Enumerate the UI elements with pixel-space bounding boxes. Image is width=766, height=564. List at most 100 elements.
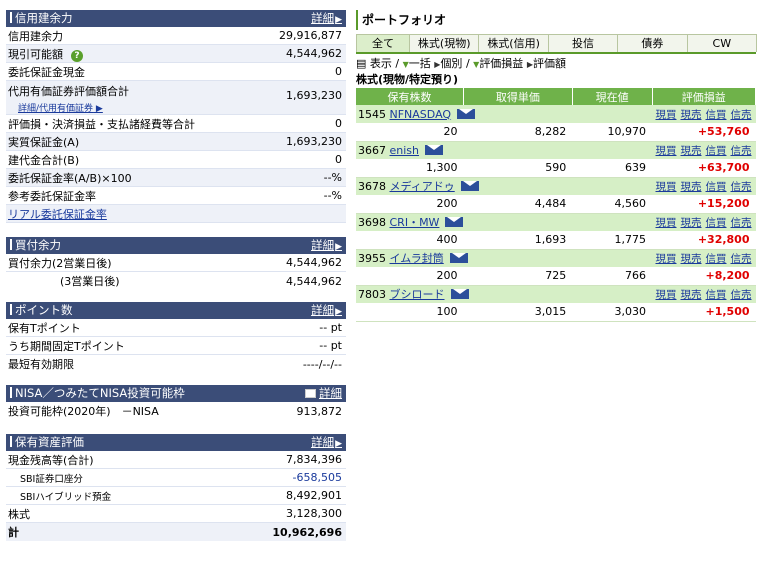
action-link[interactable]: 信売 xyxy=(731,289,752,301)
holding-values-row: 100 3,015 3,030 +1,500 xyxy=(356,303,756,322)
holding-values-row: 400 1,693 1,775 +32,800 xyxy=(356,231,756,250)
mail-icon[interactable] xyxy=(460,181,479,192)
tab-stock-margin[interactable]: 株式(信用) xyxy=(478,34,549,52)
tab-cw[interactable]: CW xyxy=(686,34,758,52)
pl-option[interactable]: 評価損益 xyxy=(479,57,523,70)
buying-detail-link[interactable]: 詳細▶ xyxy=(311,237,342,256)
action-link[interactable]: 信買 xyxy=(706,109,727,121)
stock-name-link[interactable]: enish xyxy=(390,144,420,157)
action-link[interactable]: 信買 xyxy=(706,253,727,265)
action-link[interactable]: 現買 xyxy=(656,109,677,121)
assets-header: 保有資産評価 詳細▶ xyxy=(6,434,346,451)
stock-name-link[interactable]: NFNASDAQ xyxy=(390,108,452,121)
action-link[interactable]: 現買 xyxy=(656,253,677,265)
portfolio-title: ポートフォリオ xyxy=(356,10,756,30)
action-link[interactable]: 信売 xyxy=(731,145,752,157)
holding-name-row: 3698 CRI・MW 現買 現売 信買 信売 xyxy=(356,213,756,231)
assets-detail-link[interactable]: 詳細▶ xyxy=(311,434,342,453)
stock-code: 3955 xyxy=(358,252,386,266)
printer-icon xyxy=(305,389,316,398)
holding-name-row: 3955 イムラ封筒 現買 現売 信買 信売 xyxy=(356,249,756,267)
price-cell: 10,970 xyxy=(572,123,653,142)
stock-code: 3678 xyxy=(358,180,386,194)
section-title: 株式(現物/特定預り) xyxy=(356,73,459,86)
margin-row: 信用建余力 29,916,877 xyxy=(6,27,346,45)
pl-cell: +8,200 xyxy=(652,267,756,286)
action-link[interactable]: 信売 xyxy=(731,181,752,193)
stock-name-link[interactable]: イムラ封筒 xyxy=(390,252,444,265)
action-link[interactable]: 現売 xyxy=(681,289,702,301)
portfolio-panel: ポートフォリオ 全て 株式(現物) 株式(信用) 投信 債券 CW ▤ 表示 /… xyxy=(356,10,758,322)
action-link[interactable]: 信売 xyxy=(731,109,752,121)
nisa-row: 投資可能枠(2020年) －NISA 913,872 xyxy=(8,404,342,419)
col-cost: 取得単価 xyxy=(463,88,573,105)
pl-cell: +32,800 xyxy=(652,231,756,250)
action-link[interactable]: 信買 xyxy=(706,145,727,157)
buying-header: 買付余力 詳細▶ xyxy=(6,237,346,254)
points-header: ポイント数 詳細▶ xyxy=(6,302,346,319)
tab-stock-cash[interactable]: 株式(現物) xyxy=(409,34,480,52)
help-icon[interactable]: ? xyxy=(71,49,83,62)
margin-row: 評価損・決済損益・支払諸経費等合計 0 xyxy=(6,115,346,133)
price-cell: 766 xyxy=(572,267,653,286)
col-pl: 評価損益 xyxy=(652,88,757,105)
bulk-option[interactable]: 一括 xyxy=(409,57,431,70)
mail-icon[interactable] xyxy=(425,144,443,155)
assets-row: 株式 3,128,300 xyxy=(6,505,346,523)
margin-title: 信用建余力 xyxy=(15,11,73,25)
individual-option[interactable]: 個別 xyxy=(440,57,462,70)
stock-name-link[interactable]: ブシロード xyxy=(390,288,445,301)
action-link[interactable]: 現買 xyxy=(656,217,677,229)
holding-name-row: 1545 NFNASDAQ 現買 現売 信買 信売 xyxy=(356,105,756,123)
holding-values-row: 1,300 590 639 +63,700 xyxy=(356,159,756,178)
action-link[interactable]: 信買 xyxy=(706,181,727,193)
action-link[interactable]: 現買 xyxy=(656,181,677,193)
mail-icon[interactable] xyxy=(449,253,468,264)
margin-row: 建代金合計(B) 0 xyxy=(6,151,346,169)
qty-cell: 200 xyxy=(356,195,464,214)
pl-cell: +15,200 xyxy=(652,195,756,214)
qty-cell: 1,300 xyxy=(356,159,464,178)
action-link[interactable]: 信買 xyxy=(706,289,727,301)
stock-name-link[interactable]: メディアドゥ xyxy=(390,180,455,193)
nisa-header: NISA／つみたてNISA投資可能枠 詳細 xyxy=(6,385,346,402)
price-cell: 4,560 xyxy=(572,195,653,214)
action-link[interactable]: 現売 xyxy=(681,109,702,121)
col-price: 現在値 xyxy=(572,88,653,105)
display-options: ▤ 表示 / ▼一括 ▶個別 / ▼評価損益 ▶評価額 xyxy=(356,57,566,70)
assets-title: 保有資産評価 xyxy=(15,435,84,449)
action-link[interactable]: 信買 xyxy=(706,217,727,229)
cost-cell: 3,015 xyxy=(463,303,573,322)
price-cell: 3,030 xyxy=(572,303,653,322)
mail-icon[interactable] xyxy=(457,108,476,119)
assets-row: SBIハイブリッド預金 8,492,901 xyxy=(6,487,346,505)
cost-cell: 725 xyxy=(463,267,573,286)
margin-detail-link[interactable]: 詳細▶ xyxy=(311,10,342,29)
qty-cell: 400 xyxy=(356,231,464,250)
action-link[interactable]: 現買 xyxy=(656,289,677,301)
mail-icon[interactable] xyxy=(445,217,464,228)
action-link[interactable]: 信売 xyxy=(731,217,752,229)
margin-row: 実質保証金(A) 1,693,230 xyxy=(6,133,346,151)
action-link[interactable]: 信売 xyxy=(731,253,752,265)
tab-bonds[interactable]: 債券 xyxy=(617,34,688,52)
substitute-securities-link[interactable]: 詳細/代用有価証券 ▶ xyxy=(18,101,129,114)
points-detail-link[interactable]: 詳細▶ xyxy=(311,302,342,321)
action-link[interactable]: 現売 xyxy=(681,181,702,193)
mail-icon[interactable] xyxy=(450,289,469,300)
action-link[interactable]: 現売 xyxy=(681,253,702,265)
tab-all[interactable]: 全て xyxy=(356,34,410,52)
valuation-option[interactable]: 評価額 xyxy=(533,57,566,70)
real-margin-rate-link[interactable]: リアル委託保証金率 xyxy=(8,206,107,222)
stock-code: 3667 xyxy=(358,143,386,157)
nisa-detail-link[interactable]: 詳細 xyxy=(305,385,342,402)
margin-row: リアル委託保証金率 xyxy=(6,205,346,223)
holding-name-row: 7803 ブシロード 現買 現売 信買 信売 xyxy=(356,285,756,303)
col-qty: 保有株数 xyxy=(356,88,464,105)
stock-name-link[interactable]: CRI・MW xyxy=(390,216,440,229)
action-link[interactable]: 現売 xyxy=(681,217,702,229)
action-link[interactable]: 現買 xyxy=(656,145,677,157)
tab-funds[interactable]: 投信 xyxy=(547,34,619,52)
action-link[interactable]: 現売 xyxy=(681,145,702,157)
pl-cell: +63,700 xyxy=(652,159,756,178)
